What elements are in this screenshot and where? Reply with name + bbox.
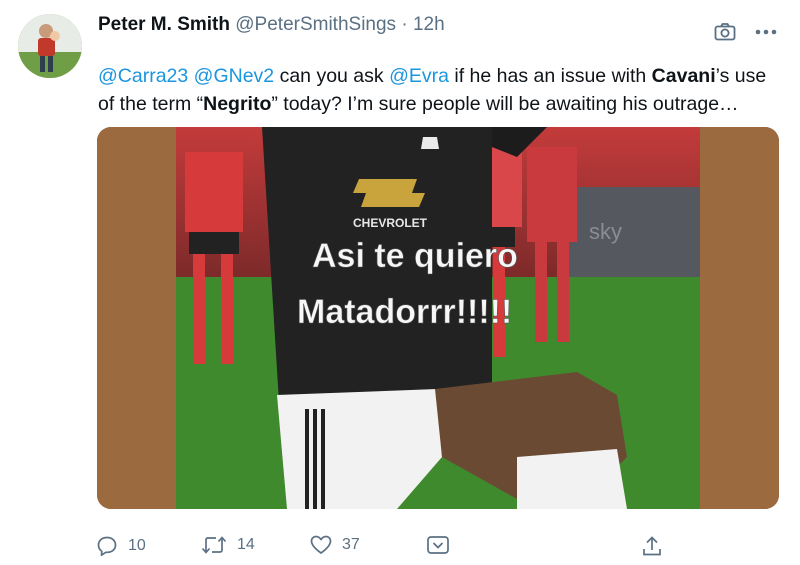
media-image: sky 2 CHEVROLET — [97, 127, 779, 509]
separator-dot: · — [401, 14, 408, 35]
avatar-image — [18, 14, 82, 78]
reply-count: 10 — [128, 537, 146, 554]
media-caption-line1: Asi te quiero — [312, 237, 518, 275]
text-fragment: if he has an issue with — [448, 65, 652, 87]
mention-evra[interactable]: @Evra — [389, 65, 449, 87]
retweet-count: 14 — [237, 536, 255, 553]
upload-action[interactable] — [641, 535, 663, 557]
retweet-icon[interactable] — [201, 535, 227, 555]
text-fragment: can you ask — [274, 65, 390, 87]
text-fragment: ” today? I’m sure people will be awaitin… — [271, 93, 739, 115]
text-bold-negrito: Negrito — [203, 93, 272, 115]
tweet-timestamp[interactable]: 12h — [413, 14, 445, 35]
share-dropdown-action[interactable] — [426, 535, 450, 555]
tweet-actions: 10 14 37 — [96, 535, 686, 559]
upload-icon[interactable] — [641, 535, 663, 557]
tweet-header: Peter M. Smith @PeterSmithSings · 12h — [98, 14, 445, 36]
mention-carra23[interactable]: @Carra23 — [98, 65, 188, 87]
share-dropdown-icon[interactable] — [426, 535, 450, 555]
tweet-media[interactable]: sky 2 CHEVROLET — [97, 127, 779, 509]
reply-action[interactable]: 10 — [96, 535, 146, 557]
retweet-action[interactable]: 14 — [201, 535, 255, 555]
svg-text:sky: sky — [589, 219, 622, 244]
avatar[interactable] — [18, 14, 82, 78]
text-bold-cavani: Cavani — [651, 65, 716, 87]
camera-icon[interactable] — [714, 22, 736, 42]
top-right-icons — [714, 22, 778, 42]
like-action[interactable]: 37 — [310, 535, 360, 555]
like-icon[interactable] — [310, 535, 332, 555]
media-caption-line2: Matadorrr!!!!! — [297, 293, 512, 331]
more-icon[interactable] — [754, 27, 778, 37]
display-name[interactable]: Peter M. Smith — [98, 14, 230, 35]
jersey-sponsor: CHEVROLET — [353, 216, 428, 230]
like-count: 37 — [342, 536, 360, 553]
tweet-text: @Carra23 @GNev2 can you ask @Evra if he … — [98, 62, 778, 118]
reply-icon[interactable] — [96, 535, 118, 557]
mention-gnev2[interactable]: @GNev2 — [194, 65, 275, 87]
user-handle[interactable]: @PeterSmithSings — [235, 14, 396, 35]
